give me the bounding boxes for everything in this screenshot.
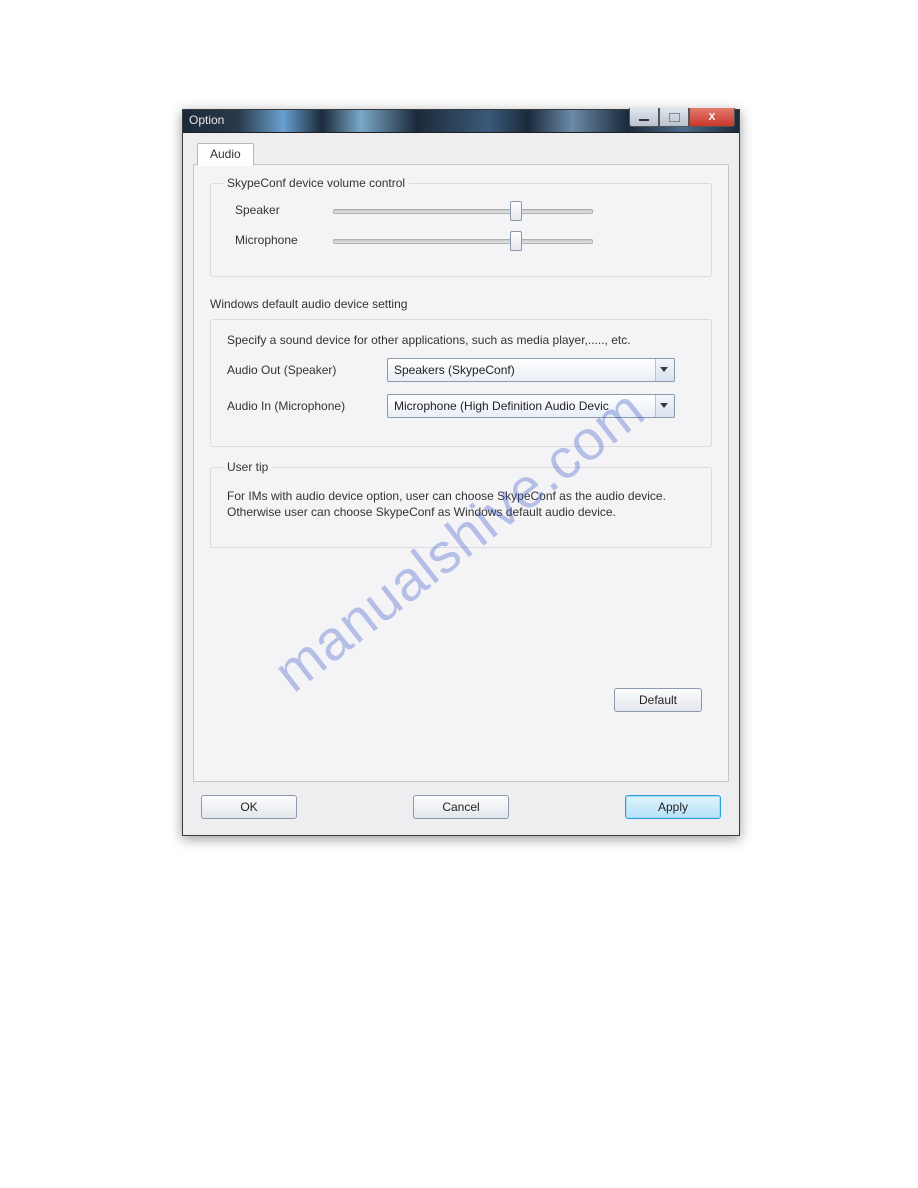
slider-track (333, 239, 593, 244)
maximize-button[interactable] (659, 108, 689, 127)
window-controls: X (629, 108, 735, 127)
row-audio-out: Audio Out (Speaker) Speakers (SkypeConf) (227, 358, 697, 382)
minimize-button[interactable] (629, 108, 659, 127)
ok-button[interactable]: OK (201, 795, 297, 819)
combo-audio-in[interactable]: Microphone (High Definition Audio Devic (387, 394, 675, 418)
slider-microphone[interactable] (333, 230, 593, 250)
group-user-tip: User tip For IMs with audio device optio… (210, 467, 712, 547)
group-volume-legend: SkypeConf device volume control (223, 176, 409, 190)
group-user-tip-legend: User tip (223, 460, 272, 474)
window-title: Option (189, 113, 224, 127)
apply-button[interactable]: Apply (625, 795, 721, 819)
group-volume-control: SkypeConf device volume control Speaker … (210, 183, 712, 277)
tab-audio[interactable]: Audio (197, 143, 254, 166)
heading-default-device: Windows default audio device setting (210, 297, 712, 311)
tab-page-audio: SkypeConf device volume control Speaker … (193, 164, 729, 782)
combo-audio-in-value: Microphone (High Definition Audio Devic (394, 399, 609, 413)
document-page: Option X Audio SkypeConf device volume c… (0, 0, 918, 1188)
slider-speaker[interactable] (333, 200, 593, 220)
dialog-buttons: OK Cancel Apply (193, 783, 729, 823)
desc-user-tip: For IMs with audio device option, user c… (227, 488, 693, 520)
slider-thumb[interactable] (510, 201, 522, 221)
cancel-button[interactable]: Cancel (413, 795, 509, 819)
client-area: Audio SkypeConf device volume control Sp… (183, 133, 739, 835)
slider-track (333, 209, 593, 214)
combo-audio-out[interactable]: Speakers (SkypeConf) (387, 358, 675, 382)
option-window: Option X Audio SkypeConf device volume c… (182, 109, 740, 836)
row-microphone: Microphone (235, 230, 697, 250)
desc-default-device: Specify a sound device for other applica… (227, 332, 693, 348)
row-audio-in: Audio In (Microphone) Microphone (High D… (227, 394, 697, 418)
label-speaker: Speaker (235, 203, 325, 217)
combo-audio-out-value: Speakers (SkypeConf) (394, 363, 515, 377)
label-microphone: Microphone (235, 233, 325, 247)
label-audio-in: Audio In (Microphone) (227, 399, 387, 413)
row-speaker: Speaker (235, 200, 697, 220)
default-button-wrap: Default (210, 688, 712, 712)
label-audio-out: Audio Out (Speaker) (227, 363, 387, 377)
titlebar: Option X (183, 110, 739, 133)
section-default-device: Windows default audio device setting Spe… (210, 297, 712, 447)
default-button[interactable]: Default (614, 688, 702, 712)
slider-thumb[interactable] (510, 231, 522, 251)
group-default-device: Specify a sound device for other applica… (210, 319, 712, 447)
tab-strip: Audio (193, 143, 729, 165)
close-button[interactable]: X (689, 108, 735, 127)
